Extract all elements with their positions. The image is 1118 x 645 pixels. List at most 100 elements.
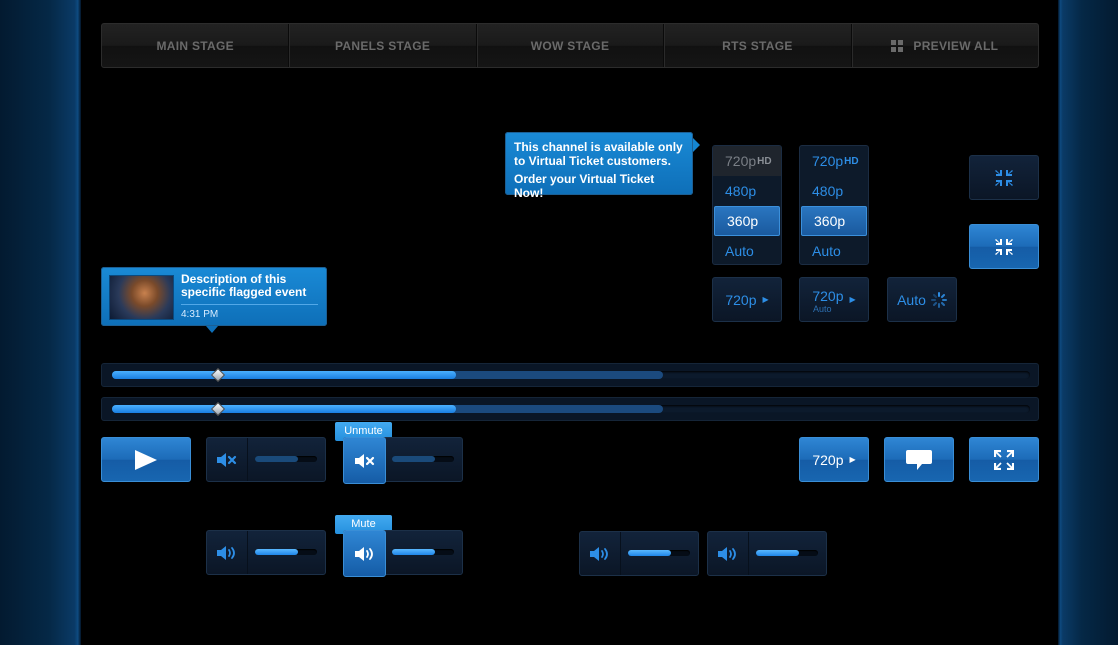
option-label: Auto: [812, 243, 841, 259]
tab-wow-stage[interactable]: WOW STAGE: [477, 24, 665, 67]
mute-toggle[interactable]: [207, 531, 248, 574]
quality-option-720p[interactable]: 720p HD: [713, 146, 781, 176]
volume-control: [579, 531, 699, 576]
option-label: 360p: [727, 213, 759, 229]
hd-badge: HD: [757, 155, 772, 167]
volume-level: [255, 456, 299, 462]
quality-button-loading[interactable]: Auto: [887, 277, 957, 322]
volume-level: [756, 550, 800, 556]
quality-option-360p[interactable]: 360p: [801, 206, 867, 236]
exit-fullscreen-button[interactable]: [969, 155, 1039, 200]
mute-toggle[interactable]: [580, 532, 621, 575]
chat-button[interactable]: [884, 437, 954, 482]
speaker-icon: [217, 545, 235, 560]
caret-right-icon: ▶: [849, 455, 856, 464]
volume-control-muted: [206, 437, 326, 482]
event-thumbnail: [109, 275, 174, 320]
loading-spinner-icon: [930, 291, 947, 308]
volume-level: [255, 549, 299, 555]
caret-right-icon: ▶: [762, 295, 769, 304]
tab-preview-all[interactable]: PREVIEW ALL: [852, 24, 1038, 67]
tooltip-cta[interactable]: Order your Virtual Ticket Now!: [514, 172, 684, 200]
virtual-ticket-tooltip: This channel is available only to Virtua…: [505, 132, 700, 200]
mute-toggle[interactable]: [343, 437, 386, 484]
seek-track[interactable]: [112, 367, 1030, 383]
quality-button-auto[interactable]: 720p ▶ Auto: [799, 277, 869, 322]
tab-label: RTS STAGE: [722, 38, 793, 53]
grid-icon: [891, 39, 904, 52]
volume-slider[interactable]: [392, 456, 454, 462]
quality-sublabel: Auto: [813, 304, 832, 314]
quality-option-480p[interactable]: 480p: [713, 176, 781, 206]
seek-track[interactable]: [112, 401, 1030, 417]
play-icon: [135, 449, 157, 470]
stage-nav-bar: MAIN STAGE PANELS STAGE WOW STAGE RTS ST…: [101, 23, 1039, 68]
volume-control: [206, 530, 326, 575]
quality-label: 720p: [812, 287, 844, 304]
option-label: 480p: [812, 183, 844, 199]
volume-level: [392, 549, 436, 555]
left-frame: [0, 0, 81, 645]
tab-label: PREVIEW ALL: [913, 38, 999, 53]
quality-option-auto[interactable]: Auto: [713, 236, 781, 264]
event-time: 4:31 PM: [181, 309, 219, 320]
volume-control-hover: [343, 530, 463, 577]
option-label: 360p: [814, 213, 846, 229]
exit-fullscreen-button-hover[interactable]: [969, 224, 1039, 269]
option-label: 480p: [725, 183, 757, 199]
tab-panels-stage[interactable]: PANELS STAGE: [289, 24, 477, 67]
chat-bubble-icon: [906, 449, 932, 470]
speaker-icon: [590, 546, 608, 561]
seek-bar[interactable]: [101, 397, 1039, 421]
speaker-icon: [718, 546, 736, 561]
tooltip-message: This channel is available only to Virtua…: [514, 140, 683, 168]
seek-played: [112, 371, 457, 379]
option-label: Auto: [725, 243, 754, 259]
volume-level: [628, 550, 672, 556]
mute-toggle[interactable]: [343, 530, 386, 577]
quality-option-480p[interactable]: 480p: [800, 176, 868, 206]
tab-rts-stage[interactable]: RTS STAGE: [664, 24, 852, 67]
divider: [181, 304, 318, 305]
quality-menu: 720p HD 480p 360p Auto: [712, 145, 782, 265]
quality-option-360p[interactable]: 360p: [714, 206, 780, 236]
volume-control: [707, 531, 827, 576]
speaker-muted-icon: [354, 453, 374, 468]
play-button[interactable]: [101, 437, 191, 482]
quality-option-auto[interactable]: Auto: [800, 236, 868, 264]
exit-fullscreen-icon: [995, 169, 1013, 186]
seek-bar[interactable]: [101, 363, 1039, 387]
quality-button[interactable]: 720p ▶: [712, 277, 782, 322]
exit-fullscreen-icon: [995, 238, 1013, 255]
speaker-icon: [354, 546, 373, 561]
option-label: 720p: [812, 153, 844, 169]
volume-slider[interactable]: [255, 549, 317, 555]
fullscreen-button[interactable]: [969, 437, 1039, 482]
volume-control-muted-hover: [343, 437, 463, 484]
volume-slider[interactable]: [756, 550, 818, 556]
mute-toggle[interactable]: [207, 438, 248, 481]
tab-main-stage[interactable]: MAIN STAGE: [102, 24, 290, 67]
volume-slider[interactable]: [255, 456, 317, 462]
mute-toggle[interactable]: [708, 532, 749, 575]
volume-level: [392, 456, 436, 462]
tab-label: PANELS STAGE: [335, 38, 431, 53]
quality-label: 720p: [725, 291, 757, 308]
quality-menu: 720p HD 480p 360p Auto: [799, 145, 869, 265]
caret-right-icon: ▶: [849, 295, 856, 304]
right-frame: [1058, 0, 1118, 645]
fullscreen-icon: [994, 449, 1014, 470]
volume-slider[interactable]: [392, 549, 454, 555]
hd-badge: HD: [844, 155, 859, 167]
seek-played: [112, 405, 457, 413]
quality-label: 720p: [812, 451, 844, 468]
tab-label: MAIN STAGE: [156, 38, 234, 53]
quality-button-active[interactable]: 720p ▶: [799, 437, 869, 482]
volume-slider[interactable]: [628, 550, 690, 556]
tab-label: WOW STAGE: [530, 38, 610, 53]
speaker-muted-icon: [217, 452, 237, 467]
quality-label: Auto: [897, 291, 926, 308]
flagged-event-tooltip[interactable]: Description of this specific flagged eve…: [101, 267, 327, 333]
option-label: 720p: [725, 153, 757, 169]
quality-option-720p[interactable]: 720p HD: [800, 146, 868, 176]
